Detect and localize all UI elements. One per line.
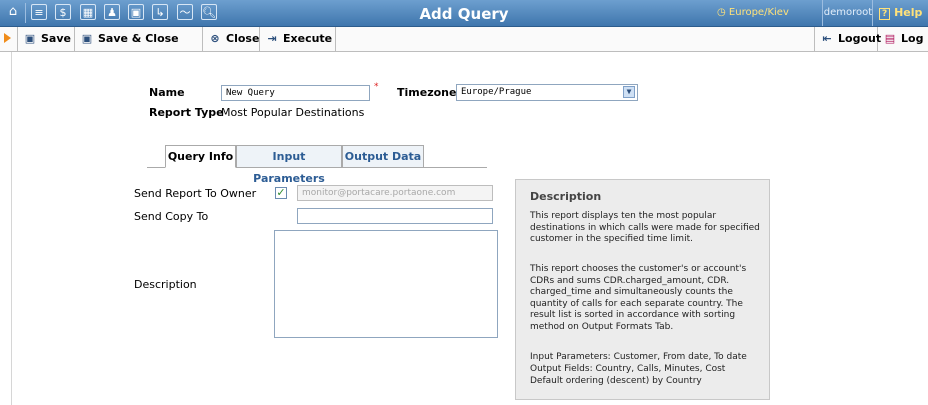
- save-close-button[interactable]: ▣ Save & Close: [75, 27, 203, 51]
- report-type-label: Report Type: [149, 106, 224, 119]
- description-label: Description: [134, 278, 197, 291]
- tab-output-data[interactable]: Output Data: [342, 145, 424, 168]
- execute-label: Execute: [283, 32, 333, 45]
- page-left-border: [11, 52, 12, 405]
- timezone-label: Timezone: [397, 86, 457, 99]
- save-label: Save: [41, 32, 71, 45]
- name-label: Name: [149, 86, 185, 99]
- current-user[interactable]: demoroot: [822, 0, 873, 26]
- description-default-ordering: Default ordering (descent) by Country: [530, 376, 702, 386]
- save-close-label: Save & Close: [98, 32, 179, 45]
- help-label: Help: [894, 6, 923, 19]
- floppy-icon: ▣: [24, 32, 36, 45]
- owner-email-field: monitor@portacare.portaone.com: [297, 185, 493, 201]
- name-input[interactable]: New Query: [221, 85, 370, 101]
- description-paragraph-1: This report displays ten the most popula…: [530, 211, 760, 244]
- description-panel: Description This report displays ten the…: [515, 179, 770, 400]
- execute-button[interactable]: ⇥ Execute: [260, 27, 336, 51]
- timezone-link[interactable]: ◷ Europe/Kiev: [717, 7, 789, 18]
- send-report-label: Send Report To Owner: [134, 187, 257, 200]
- timezone-select[interactable]: Europe/Prague ▼: [456, 84, 638, 101]
- logout-button[interactable]: ⇤ Logout: [814, 27, 882, 51]
- description-output-fields: Output Fields: Country, Calls, Minutes, …: [530, 364, 726, 374]
- chevron-down-icon: ▼: [623, 86, 635, 98]
- timezone-select-value: Europe/Prague: [461, 87, 532, 97]
- description-textarea[interactable]: [274, 230, 498, 338]
- send-copy-input[interactable]: [297, 208, 493, 224]
- required-marker: *: [374, 82, 379, 92]
- send-copy-label: Send Copy To: [134, 210, 209, 223]
- action-toolbar: ▣ Save ▣ Save & Close ⊗ Close ⇥ Execute ⇤ Log…: [0, 27, 928, 52]
- help-link[interactable]: ? Help: [872, 0, 928, 26]
- expand-arrow-icon[interactable]: [4, 33, 11, 43]
- report-type-value: Most Popular Destinations: [221, 106, 365, 119]
- help-icon: ?: [879, 8, 891, 20]
- top-navigation-bar: ⌂ ≡ $ ▦ ♟ ▣ ↳ 〜 🔍︎ Add Query ◷ Europe/Ki…: [0, 0, 928, 27]
- timezone-link-label: Europe/Kiev: [728, 7, 789, 18]
- log-icon: ▤: [884, 32, 896, 45]
- log-button[interactable]: ▤ Log: [878, 27, 928, 51]
- floppy-icon: ▣: [81, 32, 93, 45]
- close-label: Close: [226, 32, 260, 45]
- tab-query-info[interactable]: Query Info: [165, 145, 236, 168]
- description-paragraph-2: This report chooses the customer's or ac…: [530, 264, 747, 332]
- logout-icon: ⇤: [822, 32, 832, 45]
- close-button[interactable]: ⊗ Close: [203, 27, 260, 51]
- close-icon: ⊗: [210, 32, 220, 45]
- logout-label: Logout: [838, 32, 882, 45]
- tab-input-parameters[interactable]: Input Parameters: [236, 145, 342, 185]
- execute-icon: ⇥: [267, 32, 277, 45]
- send-report-checkbox[interactable]: ✓: [275, 187, 287, 199]
- description-panel-title: Description: [530, 190, 602, 203]
- clock-icon: ◷: [717, 7, 726, 18]
- log-label: Log: [901, 32, 924, 45]
- description-input-params: Input Parameters: Customer, From date, T…: [530, 352, 747, 362]
- save-button[interactable]: ▣ Save: [17, 27, 75, 51]
